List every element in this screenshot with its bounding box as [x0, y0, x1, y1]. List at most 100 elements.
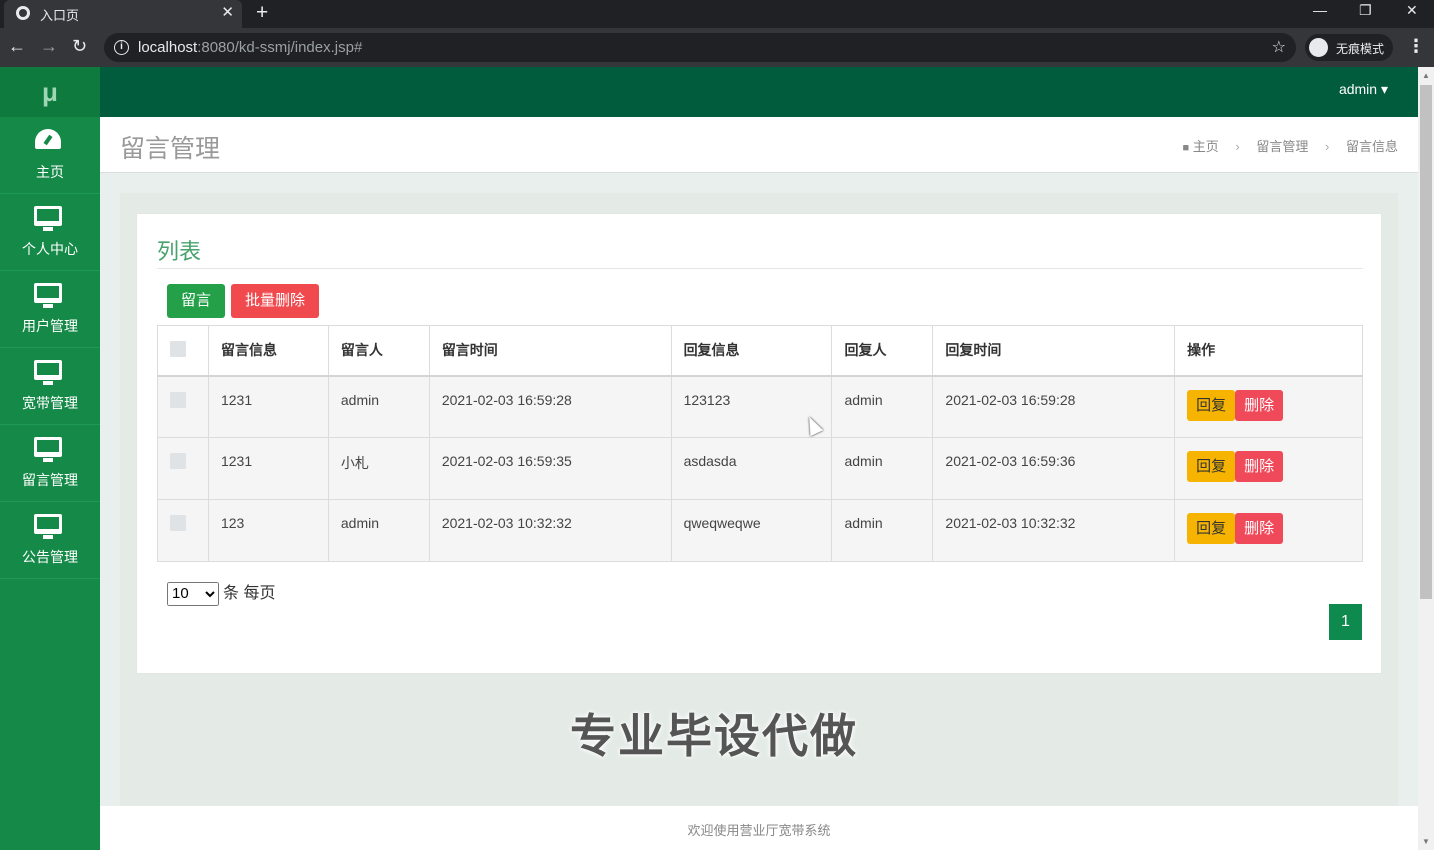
reply-time-cell: 2021-02-03 10:32:32	[932, 499, 1176, 562]
bookmark-star-icon[interactable]: ☆	[1272, 37, 1286, 57]
reload-icon[interactable]: ↻	[72, 36, 87, 57]
sidebar-item-label: 公告管理	[22, 549, 78, 565]
column-header: 回复时间	[932, 325, 1176, 377]
time-cell: 2021-02-03 16:59:35	[428, 437, 672, 500]
actions-cell: 回复 删除	[1174, 499, 1363, 562]
reply-cell: asdasda	[670, 437, 833, 500]
reply-button[interactable]: 回复	[1187, 513, 1236, 544]
table-row: 1231 admin 2021-02-03 16:59:28 123123 ad…	[157, 375, 1363, 438]
row-select-cell	[157, 375, 209, 438]
page-title: 留言管理	[120, 135, 221, 163]
row-checkbox[interactable]	[170, 391, 186, 408]
new-tab-button[interactable]: +	[256, 1, 268, 25]
sidebar-item-label: 留言管理	[22, 472, 78, 488]
page-size-select[interactable]: 10	[167, 581, 219, 606]
row-checkbox[interactable]	[170, 453, 186, 469]
column-header: 回复信息	[670, 325, 833, 377]
minimize-button[interactable]: —	[1313, 2, 1327, 18]
column-header: 留言信息	[207, 325, 329, 377]
replier-cell: admin	[831, 437, 934, 500]
table-row: 1231 小札 2021-02-03 16:59:35 asdasda admi…	[157, 437, 1363, 500]
replier-cell: admin	[831, 375, 934, 438]
reply-button[interactable]: 回复	[1187, 389, 1236, 421]
delete-button[interactable]: 删除	[1235, 513, 1284, 544]
reply-button[interactable]: 回复	[1187, 451, 1236, 482]
row-select-cell	[157, 499, 209, 562]
monitor-icon	[34, 283, 62, 308]
delete-button[interactable]: 删除	[1235, 389, 1284, 421]
delete-button[interactable]: 删除	[1235, 451, 1284, 482]
incognito-label: 无痕模式	[1336, 42, 1385, 56]
list-panel: 列表 留言 批量删除 留言信息 留言人 留言时间 回复信息 回复人 回复时间 操…	[136, 213, 1382, 674]
message-cell: 123	[207, 499, 329, 562]
message-cell: 1231	[207, 437, 329, 500]
author-cell: admin	[327, 499, 430, 562]
pagination-page-1[interactable]: 1	[1329, 604, 1362, 640]
time-cell: 2021-02-03 16:59:28	[428, 375, 672, 438]
sidebar-item-users[interactable]: 用户管理	[0, 271, 100, 348]
watermark: 专业毕设代做	[570, 710, 858, 762]
monitor-icon	[34, 206, 62, 231]
top-navbar: admin ▾	[100, 67, 1418, 117]
browser-tabbar: 入口页 ✕ + — ❐ ✕	[0, 0, 1434, 28]
tab-close-icon[interactable]: ✕	[221, 3, 234, 21]
home-icon: ■	[1182, 142, 1190, 154]
page-size-suffix: 条 每页	[223, 585, 276, 602]
scroll-down-icon[interactable]: ▼	[1422, 837, 1430, 846]
message-table: 留言信息 留言人 留言时间 回复信息 回复人 回复时间 操作 1231 admi…	[157, 325, 1363, 562]
page-scrollbar[interactable]: ▲ ▼	[1418, 67, 1434, 850]
divider	[157, 268, 1363, 269]
column-header: 留言时间	[428, 325, 672, 377]
app-logo[interactable]: μ	[0, 67, 100, 117]
user-menu[interactable]: admin ▾	[1339, 81, 1388, 98]
page-size-control: 10条 每页	[167, 579, 275, 606]
monitor-icon	[34, 514, 62, 539]
breadcrumb-home[interactable]: 主页	[1193, 139, 1219, 154]
time-cell: 2021-02-03 10:32:32	[428, 499, 672, 562]
author-cell: 小札	[327, 437, 430, 500]
url-field[interactable]: i localhost:8080/kd-ssmj/index.jsp# ☆	[104, 33, 1296, 62]
scroll-up-icon[interactable]: ▲	[1422, 71, 1430, 80]
replier-cell: admin	[831, 499, 934, 562]
breadcrumb-level2: 留言信息	[1345, 139, 1398, 154]
sidebar-item-home[interactable]: 主页	[0, 117, 100, 194]
sidebar-item-messages[interactable]: 留言管理	[0, 425, 100, 502]
info-icon[interactable]: i	[114, 40, 129, 55]
row-checkbox[interactable]	[170, 515, 186, 531]
author-cell: admin	[327, 375, 430, 438]
footer: 欢迎使用营业厅宽带系统	[100, 806, 1418, 850]
browser-menu-icon[interactable]: ⋮	[1407, 36, 1425, 57]
url-path: :8080/kd-ssmj/index.jsp#	[197, 39, 363, 56]
message-cell: 1231	[207, 375, 329, 438]
scroll-thumb[interactable]	[1420, 85, 1432, 599]
select-all-checkbox[interactable]	[170, 340, 186, 357]
sidebar-item-profile[interactable]: 个人中心	[0, 194, 100, 271]
reply-time-cell: 2021-02-03 16:59:36	[932, 437, 1176, 500]
globe-icon	[16, 6, 30, 20]
breadcrumb-level1[interactable]: 留言管理	[1256, 139, 1308, 154]
reply-time-cell: 2021-02-03 16:59:28	[932, 375, 1176, 438]
add-message-button[interactable]: 留言	[167, 284, 225, 318]
sidebar-item-broadband[interactable]: 宽带管理	[0, 348, 100, 425]
forward-icon[interactable]: →	[40, 36, 58, 57]
sidebar-item-label: 个人中心	[22, 241, 78, 257]
url-text[interactable]: localhost:8080/kd-ssmj/index.jsp#	[138, 39, 362, 56]
address-bar: ← → ↻ i localhost:8080/kd-ssmj/index.jsp…	[0, 28, 1434, 67]
sidebar-item-label: 主页	[36, 164, 64, 180]
page-header: 留言管理 ■ 主页 › 留言管理 › 留言信息	[100, 117, 1418, 173]
restore-button[interactable]: ❐	[1359, 2, 1372, 19]
incognito-badge[interactable]: 无痕模式	[1305, 34, 1393, 61]
batch-delete-button[interactable]: 批量删除	[231, 284, 319, 318]
browser-tab[interactable]: 入口页 ✕	[4, 0, 242, 28]
sidebar-item-label: 用户管理	[22, 318, 78, 334]
table-header-row: 留言信息 留言人 留言时间 回复信息 回复人 回复时间 操作	[157, 325, 1363, 377]
table-row: 123 admin 2021-02-03 10:32:32 qweqweqwe …	[157, 499, 1363, 562]
sidebar: μ 主页 个人中心 用户管理 宽带管理 留言管理 公告管理	[0, 67, 100, 850]
monitor-icon	[34, 360, 62, 385]
window-close-button[interactable]: ✕	[1406, 2, 1418, 19]
sidebar-item-notices[interactable]: 公告管理	[0, 502, 100, 579]
tab-title: 入口页	[40, 8, 80, 23]
column-header: 操作	[1174, 325, 1363, 377]
back-icon[interactable]: ←	[8, 36, 26, 57]
sidebar-item-label: 宽带管理	[22, 395, 78, 411]
